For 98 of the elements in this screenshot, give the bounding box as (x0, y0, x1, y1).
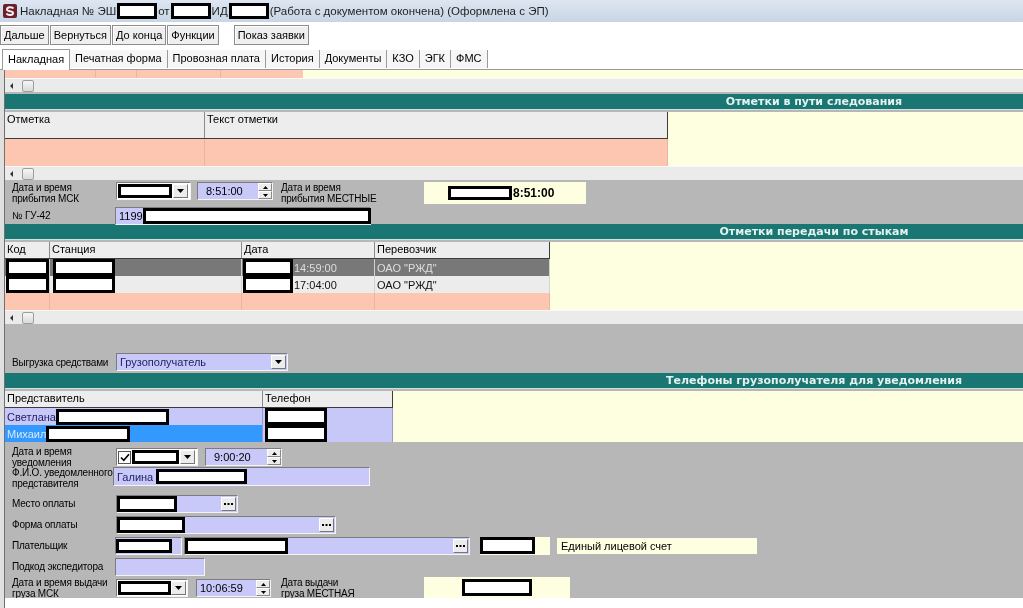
caret-icon (275, 360, 282, 364)
scroll-thumb[interactable] (22, 79, 34, 92)
field-label: Выгрузка средствами (12, 355, 110, 370)
spin-down-button[interactable] (267, 457, 281, 465)
scrollbar[interactable] (5, 310, 1023, 324)
title-text: ИД (211, 5, 228, 17)
tab[interactable]: Документы (319, 50, 388, 68)
ellipsis-button[interactable] (221, 496, 236, 511)
ellipsis-button[interactable] (319, 517, 334, 532)
caret-icon (184, 455, 191, 459)
caret-icon (175, 586, 182, 590)
dots-icon (322, 523, 331, 526)
toolbar-button[interactable]: Показ заявки (233, 25, 309, 45)
redacted-block (117, 3, 158, 19)
tab[interactable]: Накладная (2, 49, 71, 70)
dropdown-field[interactable]: Грузополучатель (116, 353, 288, 371)
input-field[interactable] (115, 557, 205, 576)
toolbar-button[interactable]: До конца (112, 25, 167, 45)
app-icon (3, 4, 17, 18)
spin-down-button[interactable] (256, 588, 270, 596)
field-label: Место оплаты (12, 497, 77, 511)
section-header: Телефоны грузополучателя для уведомления (5, 373, 1023, 389)
cell-text: 17:04:00 (293, 278, 337, 291)
tab[interactable]: История (266, 50, 320, 68)
left-arrow-icon (10, 170, 13, 177)
title-text: от (158, 5, 170, 17)
scroll-thumb[interactable] (22, 311, 34, 324)
input-field[interactable] (116, 494, 238, 513)
input-field[interactable] (116, 515, 336, 534)
dropdown-button[interactable] (171, 581, 186, 595)
time-field[interactable]: 10:06:59 (196, 579, 271, 597)
left-arrow-icon (10, 82, 13, 89)
column-header[interactable]: Представитель (5, 391, 263, 407)
section-header: Отметки передачи по стыкам (5, 224, 1023, 240)
column-header[interactable]: Дата (242, 242, 375, 258)
field-label: № ГУ-42 (12, 209, 52, 223)
cell-text: ОАО "РЖД" (376, 278, 437, 291)
table-cell[interactable] (263, 425, 393, 442)
title-text: Накладная № ЭШ (20, 5, 117, 17)
redacted-block (228, 3, 269, 19)
table-cell[interactable] (263, 408, 393, 425)
time-field[interactable]: 9:00:20 (205, 448, 282, 466)
section-header: Отметки в пути следования (5, 94, 1023, 110)
input-field[interactable] (184, 536, 470, 555)
column-header[interactable]: Код (5, 242, 50, 258)
dropdown-button[interactable] (271, 355, 286, 369)
cell-text: ОАО "РЖД" (376, 261, 437, 274)
dropdown-button[interactable] (173, 184, 188, 198)
dots-icon (224, 502, 233, 505)
field-value: 8:51:00 (513, 186, 555, 200)
column-header[interactable]: Станция (50, 242, 242, 258)
readonly-field: Единый лицевой счет (557, 537, 757, 554)
scroll-thumb[interactable] (22, 167, 34, 180)
table-row[interactable]: 17:04:00 ОАО "РЖД" (5, 276, 550, 293)
tab[interactable]: КЗО (387, 50, 420, 68)
tick-icon (119, 452, 130, 462)
cell-text: 14:59:00 (293, 261, 337, 274)
checkbox[interactable] (118, 450, 131, 464)
time-field[interactable]: 8:51:00 (197, 182, 273, 200)
spin-up-button[interactable] (258, 183, 272, 191)
spin-up-button[interactable] (256, 580, 270, 588)
field-label: Дата и время выдачи груза МСК (12, 577, 109, 599)
dropdown-button[interactable] (180, 450, 195, 464)
tab[interactable]: ЭГК (419, 50, 451, 68)
cell-text: Светлана (6, 410, 56, 423)
scrollbar[interactable] (5, 166, 1023, 180)
tab[interactable]: ФМС (451, 50, 488, 68)
dots-icon (456, 544, 465, 547)
input-field[interactable]: 1199 (115, 207, 371, 225)
field-label: Дата выдачи груза МЕСТНАЯ (281, 577, 356, 599)
field-label: Дата и время прибытия МСК (12, 182, 80, 204)
field-label: Дата и время уведомления (12, 446, 73, 468)
field-label: Ф.И.О. уведомленного представителя (12, 467, 114, 489)
tab[interactable]: Провозная плата (167, 50, 266, 68)
field-label: Плательщик (12, 539, 69, 553)
input-field[interactable] (115, 536, 182, 555)
field-label: Дата и время прибытия МЕСТНЫЕ (281, 182, 378, 204)
toolbar-button[interactable]: Функции (167, 25, 219, 45)
spin-up-button[interactable] (267, 449, 281, 457)
column-header[interactable]: Отметка (5, 112, 205, 138)
toolbar-button[interactable]: Дальше (0, 25, 49, 45)
cell-text: Михаил (6, 427, 47, 440)
ellipsis-button[interactable] (453, 538, 468, 553)
date-combo[interactable] (116, 579, 188, 597)
scrollbar[interactable] (5, 78, 1023, 92)
input-field[interactable]: Галина (113, 467, 370, 486)
spin-down-button[interactable] (258, 191, 272, 199)
field-label: Подкод экспедитора (12, 560, 105, 574)
date-combo[interactable] (116, 448, 198, 466)
field-label: Форма оплаты (12, 518, 79, 532)
left-arrow-icon (10, 314, 13, 321)
title-text: (Работа с документом окончена) (Оформлена с ЭП) (269, 5, 549, 17)
caret-icon (177, 189, 184, 193)
date-combo[interactable] (116, 182, 191, 200)
table-cell[interactable]: Светлана (5, 408, 263, 425)
redacted-block (170, 3, 211, 19)
tab[interactable]: Печатная форма (70, 50, 168, 68)
toolbar-button[interactable]: Вернуться (49, 25, 112, 45)
